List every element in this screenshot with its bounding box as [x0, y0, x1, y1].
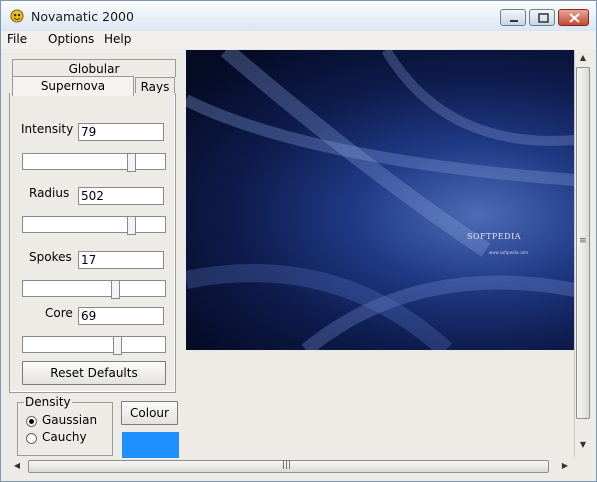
colour-swatch	[122, 432, 179, 458]
menu-help[interactable]: Help	[104, 32, 131, 46]
vertical-scrollbar[interactable]: ▲ ≡ ▼	[574, 50, 591, 457]
title-bar[interactable]: Novamatic 2000	[1, 1, 596, 31]
cauchy-radio[interactable]	[26, 433, 37, 444]
tab-rays[interactable]: Rays	[135, 77, 175, 94]
intensity-slider[interactable]	[22, 153, 166, 172]
scroll-up-icon[interactable]: ▲	[578, 53, 588, 63]
minimize-icon	[510, 20, 518, 22]
spokes-slider-thumb[interactable]	[111, 280, 120, 299]
core-field[interactable]: 69	[78, 307, 164, 325]
nebula-image	[186, 50, 575, 350]
radius-slider[interactable]	[22, 216, 166, 235]
spokes-field[interactable]: 17	[78, 251, 164, 269]
menu-bar: File Options Help	[1, 31, 596, 49]
supernova-panel: Intensity 79 Radius 502 Spokes 17 Core 6…	[9, 93, 176, 393]
vertical-scroll-thumb[interactable]: ≡	[576, 67, 590, 419]
gaussian-label[interactable]: Gaussian	[42, 413, 97, 427]
horizontal-scrollbar[interactable]: ◀ ||| ▶	[9, 458, 575, 475]
tab-supernova[interactable]: Supernova	[12, 76, 134, 96]
minimize-button[interactable]	[500, 9, 526, 26]
spokes-slider[interactable]	[22, 280, 166, 299]
close-icon	[569, 13, 580, 23]
menu-file[interactable]: File	[7, 32, 27, 46]
spokes-label: Spokes	[29, 250, 72, 264]
window-title: Novamatic 2000	[31, 9, 134, 24]
close-button[interactable]	[558, 9, 589, 26]
density-group: Density Gaussian Cauchy	[17, 395, 113, 456]
render-logo: SOFTPEDIA	[467, 232, 521, 241]
menu-options[interactable]: Options	[48, 32, 94, 46]
intensity-label: Intensity	[21, 122, 74, 136]
colour-button[interactable]: Colour	[121, 401, 178, 425]
core-label: Core	[45, 306, 73, 320]
gaussian-radio[interactable]	[26, 416, 37, 427]
horizontal-grip-icon: |||	[282, 460, 292, 470]
maximize-icon	[538, 13, 549, 23]
cauchy-label[interactable]: Cauchy	[42, 430, 87, 444]
scroll-right-icon[interactable]: ▶	[560, 461, 570, 471]
render-canvas[interactable]: SOFTPEDIA www.softpedia.com	[186, 50, 575, 350]
app-window: Novamatic 2000 File Options Help Globula…	[0, 0, 597, 482]
scroll-down-icon[interactable]: ▼	[578, 440, 588, 450]
intensity-slider-thumb[interactable]	[127, 153, 136, 172]
intensity-field[interactable]: 79	[78, 123, 164, 141]
maximize-button[interactable]	[529, 9, 555, 26]
radius-field[interactable]: 502	[78, 187, 164, 205]
control-panel: Globular Supernova Rays Intensity 79 Rad…	[9, 49, 179, 458]
scroll-left-icon[interactable]: ◀	[12, 461, 22, 471]
density-title: Density	[24, 395, 72, 409]
radius-slider-thumb[interactable]	[127, 216, 136, 235]
core-slider[interactable]	[22, 336, 166, 355]
render-url: www.softpedia.com	[489, 250, 529, 255]
tab-globular[interactable]: Globular	[12, 59, 176, 77]
core-slider-thumb[interactable]	[113, 336, 122, 355]
horizontal-scroll-thumb[interactable]: |||	[28, 460, 549, 473]
radius-label: Radius	[29, 186, 70, 200]
reset-defaults-button[interactable]: Reset Defaults	[22, 361, 166, 385]
app-icon	[10, 9, 24, 23]
vertical-grip-icon: ≡	[579, 236, 587, 246]
